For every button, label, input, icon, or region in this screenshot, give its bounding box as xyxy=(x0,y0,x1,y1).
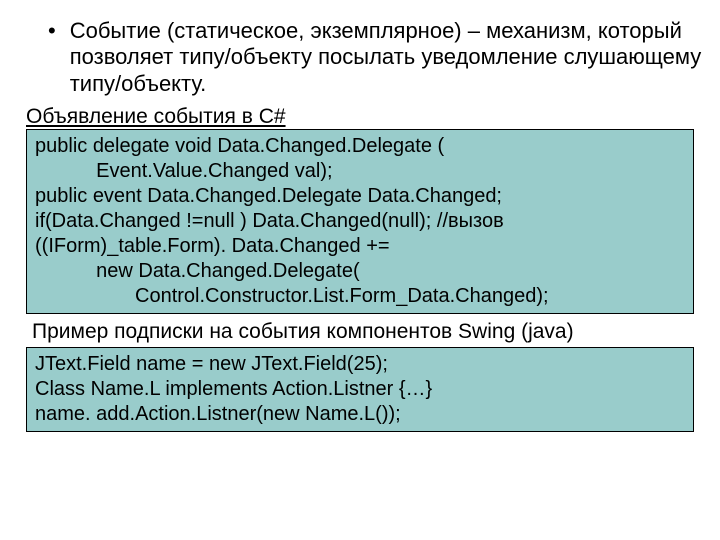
code-line: Control.Constructor.List.Form_Data.Chang… xyxy=(35,284,685,309)
bullet-text: Событие (статическое, экземплярное) – ме… xyxy=(70,18,702,97)
swing-code-box: JText.Field name = new JText.Field(25); … xyxy=(26,347,694,432)
slide: • Событие (статическое, экземплярное) – … xyxy=(0,0,720,540)
code-line: ((IForm)_table.Form). Data.Changed += xyxy=(35,234,685,259)
code-line: name. add.Action.Listner(new Name.L()); xyxy=(35,402,685,427)
csharp-label: Объявление события в C# xyxy=(26,105,702,129)
code-line: public delegate void Data.Changed.Delega… xyxy=(35,134,685,159)
code-line: public event Data.Changed.Delegate Data.… xyxy=(35,184,685,209)
code-line: if(Data.Changed !=null ) Data.Changed(nu… xyxy=(35,209,685,234)
code-line: Event.Value.Changed val); xyxy=(35,159,685,184)
code-line: JText.Field name = new JText.Field(25); xyxy=(35,352,685,377)
bullet-marker: • xyxy=(48,18,56,44)
swing-label: Пример подписки на события компонентов S… xyxy=(32,320,702,344)
csharp-code-box: public delegate void Data.Changed.Delega… xyxy=(26,129,694,314)
bullet-item: • Событие (статическое, экземплярное) – … xyxy=(18,18,702,97)
code-line: new Data.Changed.Delegate( xyxy=(35,259,685,284)
code-line: Class Name.L implements Action.Listner {… xyxy=(35,377,685,402)
